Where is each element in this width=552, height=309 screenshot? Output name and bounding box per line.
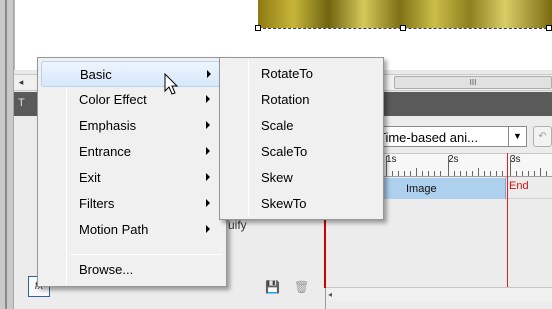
scroll-thumb[interactable]: III: [394, 76, 552, 89]
submenu-arrow-icon: [206, 199, 210, 207]
ruler-tick: [502, 171, 503, 176]
menu-item-label: Exit: [79, 170, 101, 185]
ruler-tick: [398, 171, 399, 176]
basic-submenu: RotateTo Rotation Scale ScaleTo Skew Ske…: [219, 57, 384, 220]
ruler-tick: [540, 168, 541, 176]
menu-item-label: Browse...: [79, 262, 134, 277]
submenu-item-label: ScaleTo: [261, 144, 308, 159]
panel-header-text: T: [18, 97, 25, 109]
scroll-left-arrow-icon[interactable]: ◂: [328, 288, 332, 301]
ruler-tick: [448, 156, 449, 176]
menu-item-color-effect[interactable]: Color Effect: [41, 87, 223, 113]
menu-item-label: Filters: [79, 196, 115, 211]
ruler-tick: [434, 171, 435, 176]
ruler-tick: [440, 171, 441, 176]
submenu-item-skewto[interactable]: SkewTo: [223, 191, 380, 217]
submenu-item-label: Rotation: [261, 92, 310, 107]
scroll-grip: III: [469, 78, 477, 87]
submenu-arrow-icon: [206, 121, 210, 129]
submenu-item-skew[interactable]: Skew: [223, 165, 380, 191]
resize-handle-bm[interactable]: [400, 25, 406, 31]
menu-item-label: Entrance: [79, 144, 132, 159]
menu-item-label: Color Effect: [79, 92, 147, 107]
ruler-tick: [516, 171, 517, 176]
submenu-item-scale[interactable]: Scale: [223, 113, 380, 139]
menu-item-basic[interactable]: Basic: [41, 61, 223, 87]
ruler-tick: [546, 171, 547, 176]
submenu-arrow-icon: [206, 173, 210, 181]
submenu-item-label: SkewTo: [261, 196, 307, 211]
ruler-tick: [472, 171, 473, 176]
timeline-mode-select[interactable]: Time-based ani... ▼: [371, 126, 527, 147]
track-label: Image: [406, 183, 437, 195]
ruler-tick: [392, 171, 393, 176]
ruler-tick: [410, 171, 411, 176]
save-icon[interactable]: 💾: [265, 280, 280, 294]
ruler-tick: [528, 171, 529, 176]
submenu-arrow-icon: [206, 225, 210, 233]
ruler-tick: [416, 168, 417, 176]
submenu-arrow-icon: [206, 95, 210, 103]
ruler-tick: [478, 168, 479, 176]
ruler-tick: [460, 171, 461, 176]
end-marker-label: End: [509, 180, 529, 192]
menu-item-motion-path[interactable]: Motion Path: [41, 217, 223, 243]
menu-item-browse[interactable]: Browse...: [41, 257, 223, 283]
left-edge-line: [5, 0, 7, 309]
behavior-context-menu: Basic Color Effect Emphasis Entrance Exi…: [37, 57, 227, 287]
ruler-tick: [484, 171, 485, 176]
ruler-tick: [490, 171, 491, 176]
selected-image[interactable]: [258, 0, 552, 28]
menu-item-exit[interactable]: Exit: [41, 165, 223, 191]
mouse-cursor-icon: [164, 73, 179, 95]
menu-item-filters[interactable]: Filters: [41, 191, 223, 217]
submenu-item-rotateto[interactable]: RotateTo: [223, 61, 380, 87]
timeline-mode-value: Time-based ani...: [378, 130, 478, 145]
chevron-down-icon[interactable]: ▼: [508, 127, 526, 146]
ruler-tick: [422, 171, 423, 176]
ruler-tick: [466, 171, 467, 176]
left-toolbar-strip: [0, 0, 14, 309]
menu-item-emphasis[interactable]: Emphasis: [41, 113, 223, 139]
submenu-arrow-icon: [207, 70, 211, 78]
submenu-item-label: Skew: [261, 170, 293, 185]
ruler-tick: [522, 171, 523, 176]
menu-item-label: Motion Path: [79, 222, 149, 237]
submenu-item-rotation[interactable]: Rotation: [223, 87, 380, 113]
ruler-tick: [454, 171, 455, 176]
partial-label: uify: [228, 218, 247, 232]
menu-item-label: Basic: [80, 67, 112, 82]
menu-item-entrance[interactable]: Entrance: [41, 139, 223, 165]
ruler-tick: [496, 171, 497, 176]
ruler-tick: [510, 156, 511, 176]
timeline-option-button[interactable]: ↶: [533, 126, 552, 147]
menu-separator: [70, 254, 222, 255]
submenu-item-label: RotateTo: [261, 66, 314, 81]
ruler-label: 2s: [448, 154, 459, 165]
menu-item-label: Emphasis: [79, 118, 137, 133]
ruler-tick: [404, 171, 405, 176]
ruler-label: 1s: [386, 154, 397, 165]
ruler-tick: [534, 171, 535, 176]
ruler-tick: [428, 171, 429, 176]
submenu-arrow-icon: [206, 147, 210, 155]
ruler-label: 3s: [510, 154, 521, 165]
end-marker-line[interactable]: [507, 153, 508, 287]
timeline-scrollbar[interactable]: ◂: [326, 287, 552, 301]
resize-handle-bl[interactable]: [255, 25, 261, 31]
resize-handle-br[interactable]: [546, 25, 552, 31]
submenu-item-label: Scale: [261, 118, 294, 133]
ruler-tick: [386, 156, 387, 176]
submenu-item-scaleto[interactable]: ScaleTo: [223, 139, 380, 165]
scroll-left-arrow-icon[interactable]: ◂: [14, 75, 28, 90]
trash-icon[interactable]: 🗑: [294, 280, 309, 294]
